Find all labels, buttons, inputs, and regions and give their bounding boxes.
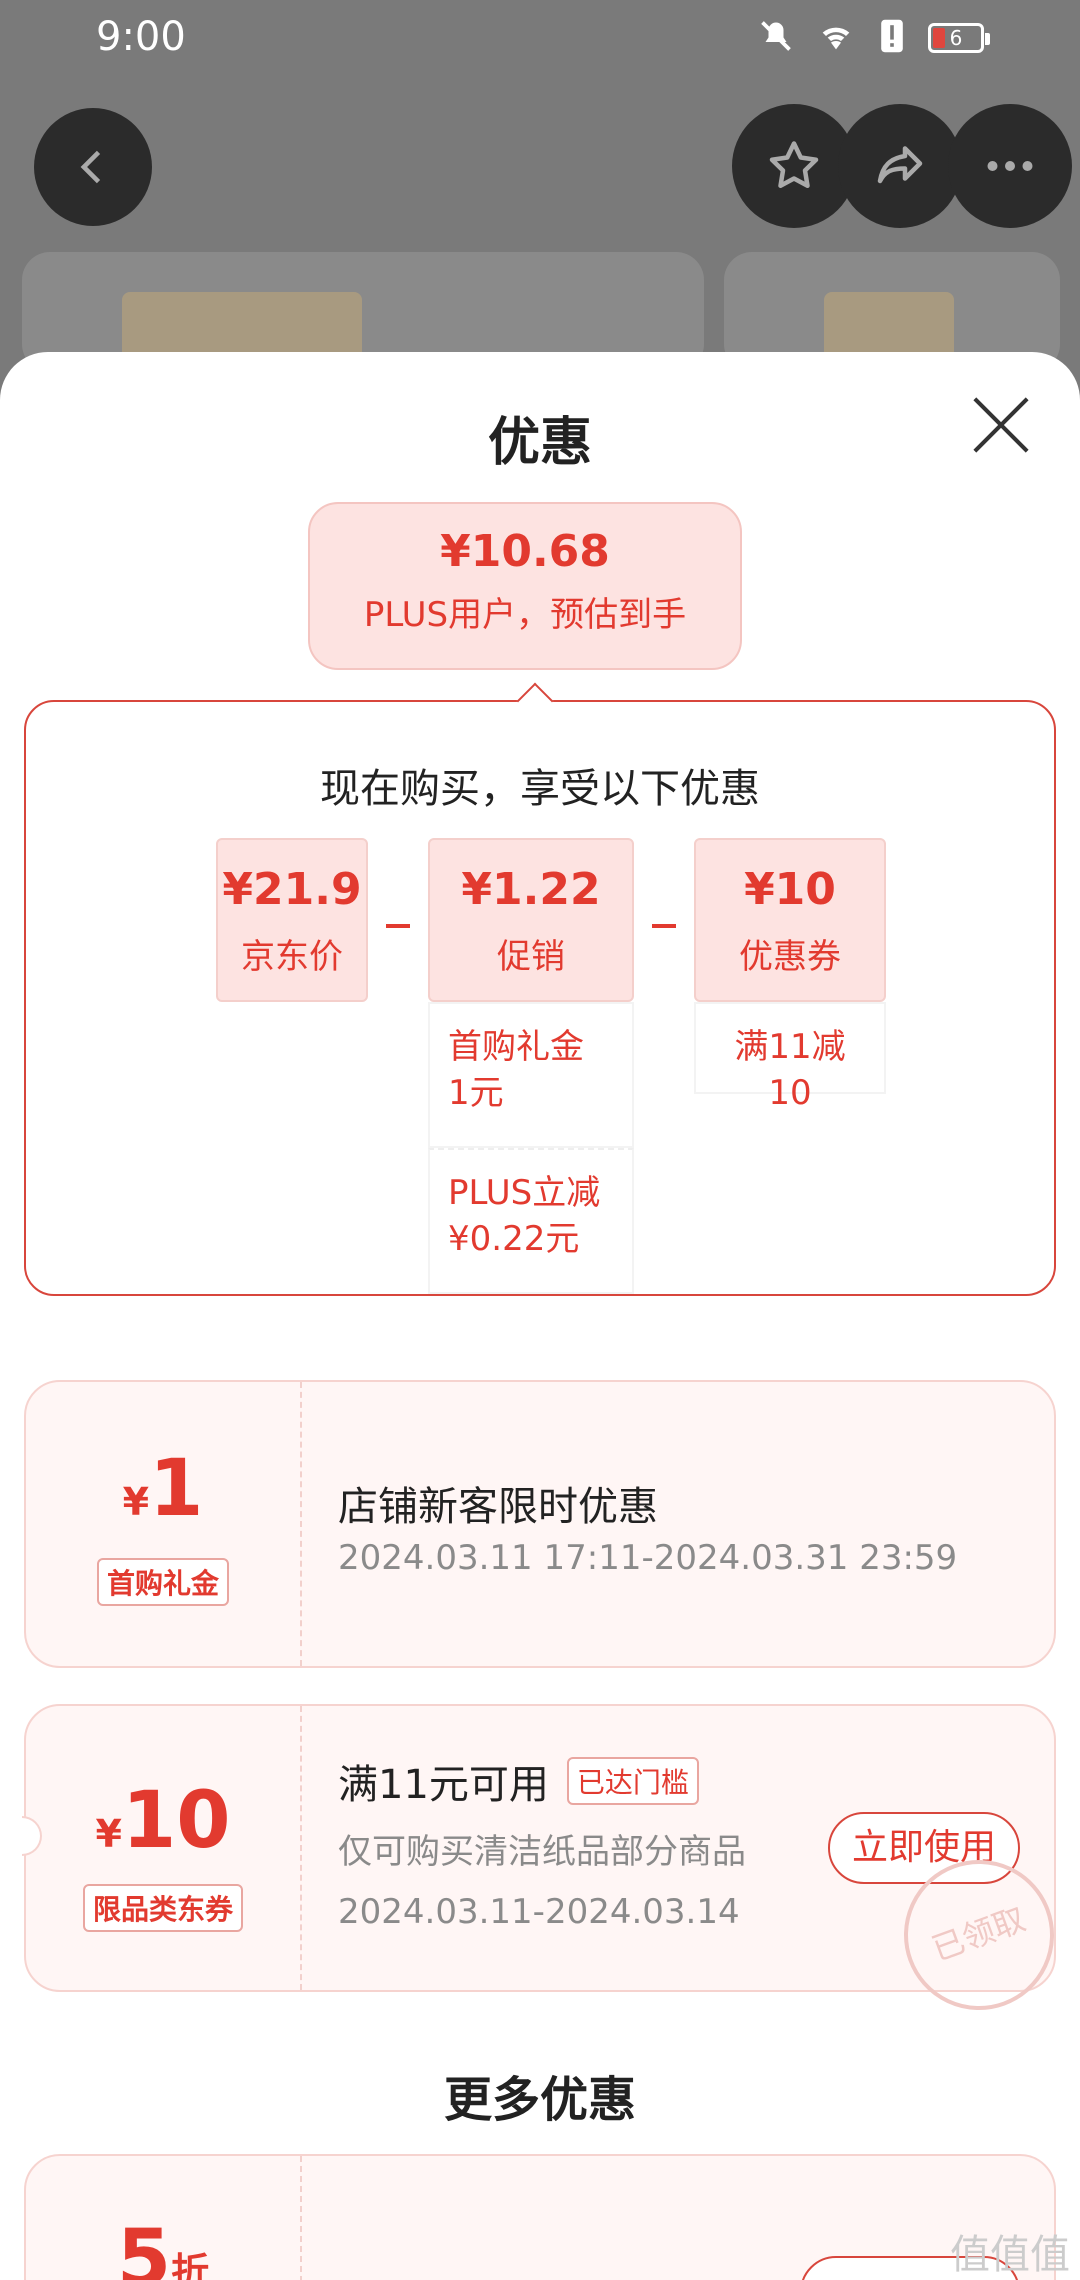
coupon-tag: 限品类东券: [82, 1884, 243, 1932]
price-breakdown: 现在购买，享受以下优惠 ¥21.9 京东价 ¥1.22 促销 首购礼金 1元 P…: [24, 682, 1056, 1296]
more-dots-icon: [987, 161, 1033, 171]
share-icon: [877, 146, 923, 184]
coupon-period: 2024.03.11 17:11-2024.03.31 23:59: [338, 1538, 958, 1578]
coupon-amount: ¥1: [26, 1444, 300, 1534]
coupon-amount: ¥10: [26, 1776, 300, 1866]
promo-detail-first-gift: 首购礼金 1元: [428, 1002, 634, 1148]
close-button[interactable]: [972, 396, 1030, 454]
threshold-badge: 已达门槛: [566, 1757, 699, 1805]
share-button[interactable]: [838, 104, 962, 228]
price-value: ¥1.22: [461, 864, 601, 915]
coupon-desc: 仅可购买清洁纸品部分商品: [338, 1832, 746, 1872]
coupon-more-first[interactable]: 5折: [24, 2154, 1056, 2280]
more-button[interactable]: [948, 104, 1072, 228]
coupon-amount-value: 10: [121, 1776, 231, 1866]
status-icons: 6: [758, 18, 990, 58]
minus-icon: [386, 924, 410, 928]
more-offers-title: 更多优惠: [443, 2072, 636, 2128]
discount-sheet: 优惠 ¥10.68 PLUS用户，预估到手 现在购买，享受以下优惠 ¥21.9 …: [0, 352, 1080, 2280]
coupon-currency: ¥: [122, 1480, 150, 1524]
coupon-amount: 5折: [26, 2214, 300, 2280]
coupon-detail: 满11减10: [694, 1002, 886, 1113]
price-label: 京东价: [241, 937, 343, 977]
battery-icon: 6: [928, 23, 990, 53]
back-arrow-icon: [80, 150, 101, 184]
coupon-tag-wrap: 限品类东券: [26, 1884, 300, 1932]
breakdown-title: 现在购买，享受以下优惠: [320, 766, 760, 812]
price-jd: ¥21.9 京东价: [216, 838, 368, 1002]
coupon-title-row: 满11元可用 已达门槛: [338, 1752, 699, 1810]
watermark: 值值值: [950, 2232, 1070, 2278]
coupon-amount-value: 5: [116, 2214, 172, 2280]
pointer-notch: [516, 682, 554, 720]
price-label: 优惠券: [739, 937, 841, 977]
coupon-period: 2024.03.11-2024.03.14: [338, 1892, 740, 1932]
price-value: ¥10: [744, 864, 836, 915]
coupon-title: 店铺新客限时优惠: [338, 1484, 658, 1530]
price-value: ¥21.9: [222, 864, 362, 915]
minus-icon: [652, 924, 676, 928]
status-time: 9:00: [96, 14, 186, 60]
coupon-currency: ¥: [95, 1812, 122, 1856]
coupon-amount-value: 1: [149, 1444, 204, 1534]
coupon-divider: [300, 1382, 302, 1666]
status-bar: 9:00 6: [0, 0, 1080, 80]
coupon-divider: [300, 2156, 302, 2280]
sheet-title: 优惠: [487, 413, 592, 473]
wifi-icon: [816, 18, 856, 58]
coupon-unit: 折: [171, 2250, 210, 2280]
estimate-box: ¥10.68 PLUS用户，预估到手: [308, 502, 742, 670]
coupon-tag-wrap: 首购礼金: [26, 1558, 300, 1606]
alert-icon: [878, 18, 906, 58]
coupon-title: 满11元可用: [338, 1762, 549, 1808]
mute-icon: [758, 18, 794, 58]
estimate-label: PLUS用户，预估到手: [363, 595, 687, 635]
estimate-price: ¥10.68: [440, 526, 610, 577]
star-icon: [769, 141, 819, 188]
back-button[interactable]: [34, 108, 152, 226]
price-coupon: ¥10 优惠券: [694, 838, 886, 1002]
coupon-category[interactable]: ¥10 限品类东券 满11元可用 已达门槛 仅可购买清洁纸品部分商品 2024.…: [22, 1704, 1076, 2032]
price-promo: ¥1.22 促销: [428, 838, 634, 1002]
price-label: 促销: [497, 937, 565, 977]
promo-detail-plus: PLUS立减 ¥0.22元: [428, 1148, 634, 1294]
coupon-first-gift[interactable]: ¥1 首购礼金 店铺新客限时优惠 2024.03.11 17:11-2024.0…: [24, 1380, 1056, 1668]
coupon-tag: 首购礼金: [96, 1558, 229, 1606]
coupon-divider: [300, 1706, 302, 1990]
